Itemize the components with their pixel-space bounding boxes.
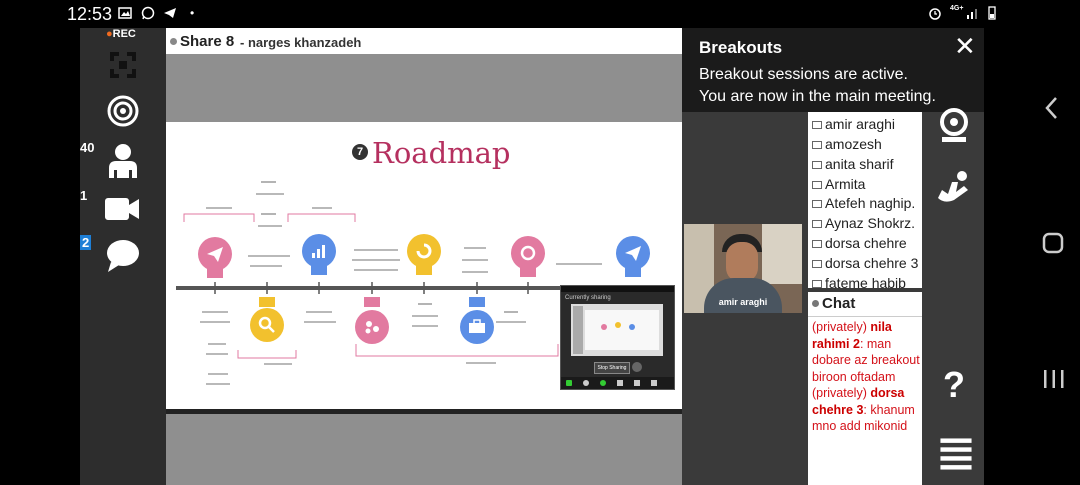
timeline-ticks (214, 282, 529, 294)
breakouts-line-2: You are now in the main meeting. (699, 88, 936, 105)
broadcast-button[interactable] (80, 90, 166, 134)
participant-item[interactable]: dorsa chehre (812, 235, 907, 251)
chat-message: (privately) dorsa chehre 3: khanum mno a… (812, 386, 915, 433)
participants-icon (109, 144, 137, 178)
mini-window-preview (571, 304, 663, 356)
share-title: Share 8 (180, 33, 235, 50)
close-icon[interactable]: ✕ (954, 31, 976, 62)
raise-hand-icon[interactable] (934, 168, 974, 208)
share-header: Share 8 - narges khanzadeh (166, 28, 682, 54)
grid-icon (110, 52, 136, 78)
participant-item[interactable]: Atefeh naghip. (812, 195, 915, 211)
more-notifications-dot: • (190, 6, 195, 20)
menu-icon[interactable] (936, 434, 976, 474)
stop-sharing-button[interactable]: Stop Sharing (594, 362, 630, 374)
left-toolbar: ●REC 40 1 2 (80, 28, 166, 485)
network-type: 4G+ (950, 5, 964, 12)
whatsapp-icon (141, 6, 155, 20)
status-bar: 12:53 • 4G+ (0, 0, 1080, 28)
target-icon (107, 95, 139, 127)
camera-button[interactable] (80, 186, 166, 230)
chat-panel[interactable]: Chat (privately) nila rahimi 2: man doba… (808, 292, 922, 485)
recording-indicator: ●REC (106, 28, 136, 40)
camera-icon (105, 198, 139, 220)
chat-header: Chat (808, 292, 922, 317)
participant-item[interactable]: fateme habib (812, 275, 906, 288)
android-nav-bar (984, 28, 1080, 485)
alarm-icon (929, 8, 941, 20)
signal-icon (967, 9, 977, 19)
bulb-send-icon-2 (616, 236, 650, 277)
share-presenter: - narges khanzadeh (240, 35, 362, 50)
chat-messages: (privately) nila rahimi 2: man dobare az… (812, 319, 922, 435)
participants-button[interactable] (80, 138, 166, 182)
breakouts-message: Breakout sessions are active. You are no… (699, 64, 979, 108)
telegram-icon (164, 8, 176, 18)
battery-icon (988, 6, 996, 20)
bulb-search-icon (250, 297, 284, 342)
participant-item[interactable]: amozesh (812, 136, 882, 152)
bulb-refresh-icon (407, 234, 441, 275)
home-icon[interactable] (1042, 232, 1064, 254)
breakouts-title: Breakouts (699, 38, 783, 57)
participant-item[interactable]: anita sharif (812, 156, 893, 172)
chat-dot (812, 300, 819, 307)
rec-label: REC (112, 28, 136, 40)
bulb-send-icon (198, 237, 232, 278)
chat-message: (privately) nila rahimi 2: man dobare az… (812, 320, 920, 384)
handwritten-notes (200, 181, 602, 385)
mini-window-controls (561, 377, 674, 389)
chat-button[interactable] (80, 234, 166, 278)
bulb-gears-icon (355, 297, 389, 344)
participant-list[interactable]: amir araghi amozesh anita sharif Armita … (808, 112, 922, 288)
mini-settings-icon[interactable] (632, 362, 642, 372)
participant-item[interactable]: Aynaz Shokrz. (812, 215, 915, 231)
gallery-icon (118, 7, 132, 19)
bulb-cycle-icon (511, 236, 545, 277)
bulb-briefcase-icon (460, 297, 494, 344)
breakouts-notice: Breakouts Breakout sessions are active. … (682, 28, 984, 112)
bulb-chart-icon (302, 234, 336, 275)
chat-icon (107, 240, 139, 272)
help-icon[interactable]: ? (943, 364, 965, 406)
participant-item[interactable]: amir araghi (812, 116, 895, 132)
breakouts-line-1: Breakout sessions are active. (699, 66, 908, 83)
layout-button[interactable] (80, 42, 166, 86)
mini-window-title: Currently sharing (565, 295, 611, 301)
clock: 12:53 (67, 4, 113, 24)
video-tile[interactable]: amir araghi (684, 224, 802, 313)
slide-bottom-bar (166, 409, 682, 414)
meeting-mini-window[interactable]: Currently sharing Stop Sharing (560, 285, 675, 390)
share-dot (170, 38, 177, 45)
webcam-icon[interactable] (934, 106, 974, 146)
chat-title: Chat (822, 295, 856, 312)
mini-window-titlebar (561, 286, 674, 292)
video-name: amir araghi (718, 297, 768, 307)
participant-item[interactable]: dorsa chehre 3 (812, 255, 918, 271)
participant-item[interactable]: Armita (812, 176, 865, 192)
recents-icon[interactable] (1042, 368, 1066, 390)
back-icon[interactable] (1044, 96, 1060, 120)
